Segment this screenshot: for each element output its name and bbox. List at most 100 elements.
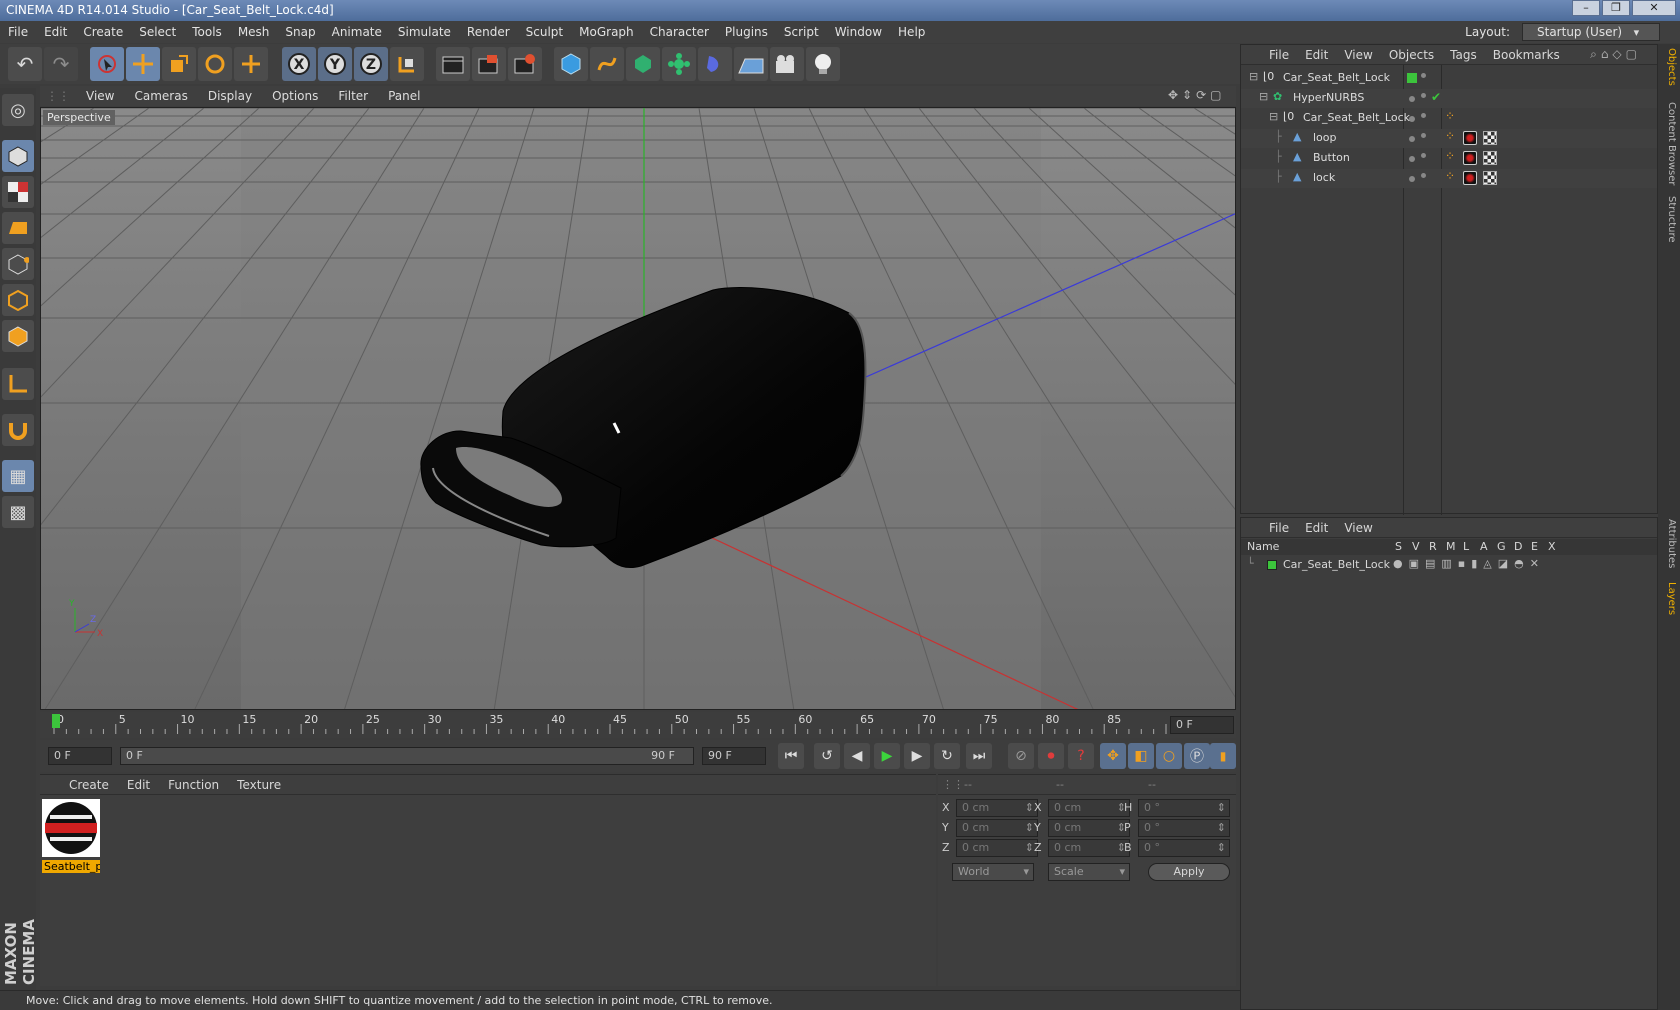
- phong-tag-icon[interactable]: ⁘: [1445, 169, 1455, 183]
- coord-value-field[interactable]: 0 ° ⇕: [1138, 819, 1230, 837]
- coord-mode-select[interactable]: World ▾: [952, 863, 1034, 881]
- next-frame-icon[interactable]: ▶: [904, 743, 930, 769]
- layer-toggle-icons[interactable]: ●▣▤▥▪▮◬◪◓✕: [1393, 557, 1545, 570]
- layer-color-tag[interactable]: [1407, 73, 1417, 83]
- planar-workplane-icon[interactable]: ▩: [2, 496, 34, 528]
- maximize-button[interactable]: ❐: [1602, 0, 1630, 16]
- layer-name[interactable]: Car_Seat_Belt_Lock: [1283, 558, 1390, 571]
- add-icon[interactable]: [234, 47, 268, 81]
- x-axis-icon[interactable]: X: [282, 47, 316, 81]
- material-menu-function[interactable]: Function: [159, 778, 228, 792]
- object-menu-view[interactable]: View: [1336, 48, 1380, 62]
- tab-objects[interactable]: Objects: [1661, 48, 1677, 86]
- deformer-icon[interactable]: [698, 47, 732, 81]
- menu-mesh[interactable]: Mesh: [230, 25, 278, 39]
- menu-mograph[interactable]: MoGraph: [571, 25, 642, 39]
- layer-column-header[interactable]: E: [1531, 540, 1538, 553]
- viewport-menu-options[interactable]: Options: [262, 89, 328, 103]
- texture-tag-icon[interactable]: [1483, 151, 1497, 165]
- layer-menu-view[interactable]: View: [1336, 521, 1380, 535]
- editor-visibility-dot[interactable]: [1409, 96, 1415, 102]
- editor-visibility-dot[interactable]: [1409, 156, 1415, 162]
- workplane-icon[interactable]: [2, 212, 34, 244]
- object-tree-row[interactable]: ├ ▲ lock ⁘: [1241, 169, 1657, 188]
- editor-visibility-dot[interactable]: [1409, 136, 1415, 142]
- cube-icon[interactable]: [554, 47, 588, 81]
- menu-window[interactable]: Window: [827, 25, 890, 39]
- make-editable-icon[interactable]: ◎: [2, 94, 34, 126]
- current-frame-field[interactable]: 0 F: [1170, 716, 1234, 734]
- light-icon[interactable]: [806, 47, 840, 81]
- material-menu-edit[interactable]: Edit: [118, 778, 159, 792]
- keyframe-selection-icon[interactable]: ?: [1068, 743, 1094, 769]
- perspective-viewport[interactable]: Y X Z Perspective: [40, 107, 1236, 710]
- key-position-icon[interactable]: ✥: [1100, 743, 1126, 769]
- render-view-icon[interactable]: [436, 47, 470, 81]
- editor-visibility-dot[interactable]: [1409, 116, 1415, 122]
- layer-column-header[interactable]: Name: [1247, 540, 1279, 553]
- live-select-icon[interactable]: [90, 47, 124, 81]
- layer-column-header[interactable]: X: [1548, 540, 1556, 553]
- tab-structure[interactable]: Structure: [1661, 196, 1677, 243]
- nurbs-icon[interactable]: [626, 47, 660, 81]
- material-tag-icon[interactable]: [1463, 131, 1477, 145]
- coord-value-field[interactable]: 0 ° ⇕: [1138, 799, 1230, 817]
- layer-menu-edit[interactable]: Edit: [1297, 521, 1336, 535]
- move-icon[interactable]: [126, 47, 160, 81]
- autokeying-icon[interactable]: ⏺: [1038, 743, 1064, 769]
- layer-column-header[interactable]: G: [1497, 540, 1506, 553]
- locked-workplane-icon[interactable]: ▦: [2, 460, 34, 492]
- menu-edit[interactable]: Edit: [36, 25, 75, 39]
- object-menu-tags[interactable]: Tags: [1442, 48, 1485, 62]
- viewport-menu-filter[interactable]: Filter: [328, 89, 378, 103]
- layer-color-swatch[interactable]: [1267, 560, 1277, 570]
- close-button[interactable]: ✕: [1632, 0, 1676, 16]
- object-menu-objects[interactable]: Objects: [1381, 48, 1442, 62]
- edges-mode-icon[interactable]: [2, 284, 34, 316]
- viewport-menu-display[interactable]: Display: [198, 89, 262, 103]
- object-name[interactable]: Button: [1313, 151, 1350, 164]
- coord-value-field[interactable]: 0 cm ⇕: [1048, 839, 1130, 857]
- key-scale-icon[interactable]: ◧: [1128, 743, 1154, 769]
- object-tree-row[interactable]: ⊟ ✿ HyperNURBS ✔: [1241, 89, 1657, 108]
- coord-value-field[interactable]: 0 cm ⇕: [956, 819, 1038, 837]
- key-rotation-icon[interactable]: ○: [1156, 743, 1182, 769]
- array-icon[interactable]: [662, 47, 696, 81]
- object-name[interactable]: Car_Seat_Belt_Lock: [1283, 71, 1390, 84]
- texture-tag-icon[interactable]: [1483, 171, 1497, 185]
- model-mode-icon[interactable]: [2, 140, 34, 172]
- z-axis-icon[interactable]: Z: [354, 47, 388, 81]
- tag-icon[interactable]: ⁘: [1445, 109, 1455, 123]
- layer-column-header[interactable]: R: [1429, 540, 1437, 553]
- render-visibility-dot[interactable]: [1421, 153, 1426, 158]
- start-frame-field[interactable]: 0 F: [48, 747, 112, 765]
- scale-icon[interactable]: [162, 47, 196, 81]
- menu-file[interactable]: File: [0, 25, 36, 39]
- undo-icon[interactable]: ↶: [8, 47, 42, 81]
- timeline-ruler[interactable]: 051015202530354045505560657075808590 0 F: [40, 712, 1236, 738]
- end-frame-field[interactable]: 90 F: [702, 747, 766, 765]
- menu-plugins[interactable]: Plugins: [717, 25, 776, 39]
- object-name[interactable]: lock: [1313, 171, 1335, 184]
- object-tree-row[interactable]: ⊟ ⌊0 Car_Seat_Belt_Lock: [1241, 69, 1657, 88]
- expand-toggle-icon[interactable]: ⊟: [1269, 110, 1278, 123]
- y-axis-icon[interactable]: Y: [318, 47, 352, 81]
- editor-visibility-dot[interactable]: [1409, 176, 1415, 182]
- render-picture-viewer-icon[interactable]: [472, 47, 506, 81]
- render-visibility-dot[interactable]: [1421, 93, 1426, 98]
- tab-attributes[interactable]: Attributes: [1661, 519, 1677, 568]
- material-swatch[interactable]: Seatbelt_pl: [42, 799, 100, 873]
- material-tag-icon[interactable]: [1463, 151, 1477, 165]
- next-key-icon[interactable]: ↻: [934, 743, 960, 769]
- enabled-check-icon[interactable]: ✔: [1431, 90, 1441, 104]
- layout-select[interactable]: Startup (User) ▾: [1522, 23, 1660, 41]
- material-name[interactable]: Seatbelt_pl: [42, 860, 100, 873]
- render-visibility-dot[interactable]: [1421, 73, 1426, 78]
- go-to-end-icon[interactable]: ⏭: [966, 743, 992, 769]
- play-forward-icon[interactable]: ▶: [874, 743, 900, 769]
- menu-help[interactable]: Help: [890, 25, 933, 39]
- render-visibility-dot[interactable]: [1421, 133, 1426, 138]
- object-tree-row[interactable]: ├ ▲ Button ⁘: [1241, 149, 1657, 168]
- menu-character[interactable]: Character: [642, 25, 717, 39]
- floor-icon[interactable]: [734, 47, 768, 81]
